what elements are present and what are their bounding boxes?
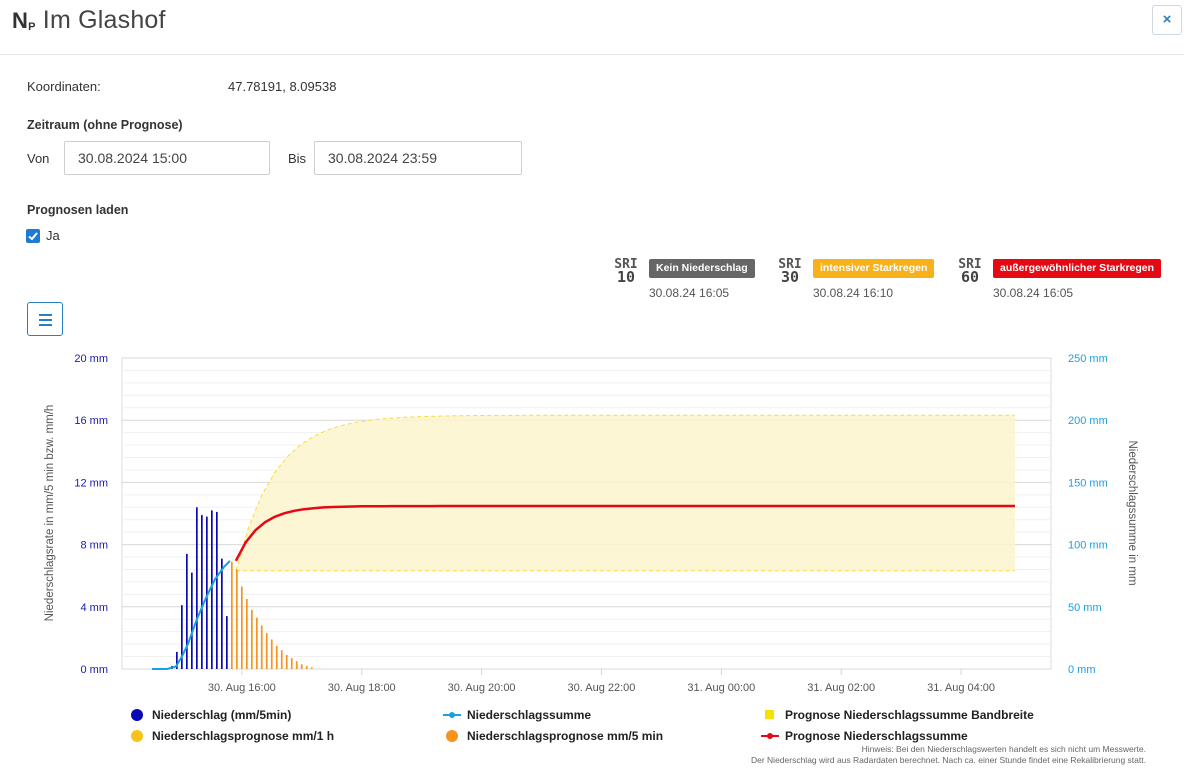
precip-bar bbox=[186, 553, 188, 669]
to-date-input[interactable]: 30.08.2024 23:59 bbox=[314, 141, 522, 175]
status-badge: Kein Niederschlag bbox=[649, 259, 755, 278]
legend-marker-dot bbox=[449, 712, 455, 718]
y-right-axis-title: Niederschlagssumme in mm bbox=[1126, 440, 1138, 585]
forecast-bar bbox=[246, 599, 248, 669]
dialog-title: NP Im Glashof bbox=[12, 6, 166, 35]
close-icon: × bbox=[1162, 11, 1172, 28]
legend-marker bbox=[765, 710, 774, 719]
legend-marker bbox=[131, 709, 143, 721]
coords-label: Koordinaten: bbox=[27, 79, 101, 94]
sri-timestamp: 30.08.24 16:05 bbox=[649, 286, 730, 300]
hint-line-1: Hinweis: Bei den Niederschlagswerten han… bbox=[861, 744, 1146, 754]
precip-bar bbox=[226, 616, 228, 669]
forecast-checkbox[interactable] bbox=[26, 229, 40, 243]
sri-label: SRI 10 bbox=[614, 257, 638, 286]
x-tick-label: 30. Aug 16:00 bbox=[208, 682, 276, 694]
y-left-tick-label: 0 mm bbox=[81, 664, 109, 676]
forecast-bar bbox=[290, 658, 293, 669]
legend-item-label: Niederschlagsprognose mm/5 min bbox=[467, 729, 663, 743]
forecast-checkbox-label: Ja bbox=[46, 228, 60, 243]
close-button[interactable]: × bbox=[1152, 5, 1182, 35]
sri-label: SRI 60 bbox=[958, 257, 982, 286]
precip-bar bbox=[191, 572, 193, 669]
forecast-bar bbox=[305, 665, 308, 669]
coords-value: 47.78191, 8.09538 bbox=[228, 79, 337, 94]
forecast-bar bbox=[285, 655, 288, 669]
status-badge: intensiver Starkregen bbox=[813, 259, 935, 278]
y-left-tick-label: 4 mm bbox=[81, 602, 109, 614]
forecast-bar bbox=[300, 664, 303, 669]
hint-line-2: Der Niederschlag wird aus Radardaten ber… bbox=[750, 755, 1146, 765]
status-badge: außergewöhnlicher Starkregen bbox=[993, 259, 1162, 278]
legend-marker bbox=[131, 730, 143, 742]
x-tick-label: 31. Aug 02:00 bbox=[807, 682, 875, 694]
x-tick-label: 31. Aug 00:00 bbox=[687, 682, 755, 694]
hint-text: Hinweis: Bei den Niederschlagswerten han… bbox=[751, 744, 1146, 766]
y-left-tick-label: 12 mm bbox=[74, 477, 108, 489]
to-label: Bis bbox=[288, 151, 307, 166]
y-left-tick-label: 8 mm bbox=[81, 540, 109, 552]
band-area bbox=[235, 415, 1015, 571]
station-name: Im Glashof bbox=[42, 6, 166, 34]
dialog-header: NP Im Glashof × bbox=[0, 0, 1184, 55]
y-right-tick-label: 200 mm bbox=[1068, 415, 1108, 427]
legend-item-label: Niederschlag (mm/5min) bbox=[152, 708, 291, 722]
legend-marker bbox=[446, 730, 458, 742]
forecast-bar bbox=[256, 617, 258, 669]
np-logo: NP bbox=[12, 8, 36, 33]
y-left-tick-label: 20 mm bbox=[74, 353, 108, 365]
y-right-tick-label: 250 mm bbox=[1068, 353, 1108, 365]
forecast-band bbox=[235, 414, 1016, 572]
y-right-tick-label: 0 mm bbox=[1068, 664, 1096, 676]
forecast-bar bbox=[270, 639, 273, 669]
y-right-tick-label: 100 mm bbox=[1068, 540, 1108, 552]
precip-bar bbox=[211, 510, 213, 669]
y-right-tick-label: 50 mm bbox=[1068, 602, 1102, 614]
forecast-bar bbox=[280, 650, 283, 669]
x-tick-label: 30. Aug 18:00 bbox=[328, 682, 396, 694]
from-label: Von bbox=[27, 151, 50, 166]
forecast-label: Prognosen laden bbox=[27, 203, 129, 217]
y-left-tick-label: 16 mm bbox=[74, 415, 108, 427]
y-left-axis-title: Niederschlagsrate in mm/5 min bzw. mm/h bbox=[44, 405, 56, 622]
precip-bar bbox=[216, 511, 218, 669]
forecast-bar bbox=[236, 569, 238, 669]
sri-timestamp: 30.08.24 16:10 bbox=[813, 286, 894, 300]
legend-item-label: Prognose Niederschlagssumme Bandbreite bbox=[785, 708, 1034, 722]
forecast-bar bbox=[295, 661, 298, 669]
from-date-input[interactable]: 30.08.2024 15:00 bbox=[64, 141, 270, 175]
precip-bar bbox=[221, 558, 223, 669]
precip-bar bbox=[196, 507, 198, 669]
y-right-tick-label: 150 mm bbox=[1068, 477, 1108, 489]
precipitation-chart: 0 mm 4 mm 8 mm 12 mm 16 mm 20 mm 0 mm 50 mm 100 … bbox=[44, 353, 1138, 743]
period-label: Zeitraum (ohne Prognose) bbox=[27, 118, 183, 132]
x-tick-label: 30. Aug 22:00 bbox=[568, 682, 636, 694]
legend-item-label: Niederschlagsprognose mm/1 h bbox=[152, 729, 334, 743]
forecast-bar bbox=[231, 561, 233, 669]
x-tick-label: 31. Aug 04:00 bbox=[927, 682, 995, 694]
legend-item-label: Niederschlagssumme bbox=[467, 708, 591, 722]
check-icon bbox=[28, 232, 38, 241]
legend[interactable]: Niederschlag (mm/5min) Niederschlagssumme… bbox=[131, 708, 1034, 743]
legend-marker-dot bbox=[767, 733, 773, 739]
sri-label: SRI 30 bbox=[778, 257, 802, 286]
precip-bar bbox=[201, 515, 203, 669]
chart-menu-button[interactable] bbox=[27, 302, 63, 336]
legend-item-label: Prognose Niederschlagssumme bbox=[785, 729, 968, 743]
forecast-bar bbox=[260, 625, 263, 669]
sri-timestamp: 30.08.24 16:05 bbox=[993, 286, 1074, 300]
forecast-bar bbox=[265, 633, 268, 669]
menu-icon bbox=[39, 314, 52, 316]
forecast-bar bbox=[251, 609, 253, 669]
x-tick-label: 30. Aug 20:00 bbox=[448, 682, 516, 694]
forecast-bar bbox=[241, 586, 243, 669]
forecast-bar bbox=[275, 645, 278, 669]
forecast-bar bbox=[310, 667, 313, 669]
